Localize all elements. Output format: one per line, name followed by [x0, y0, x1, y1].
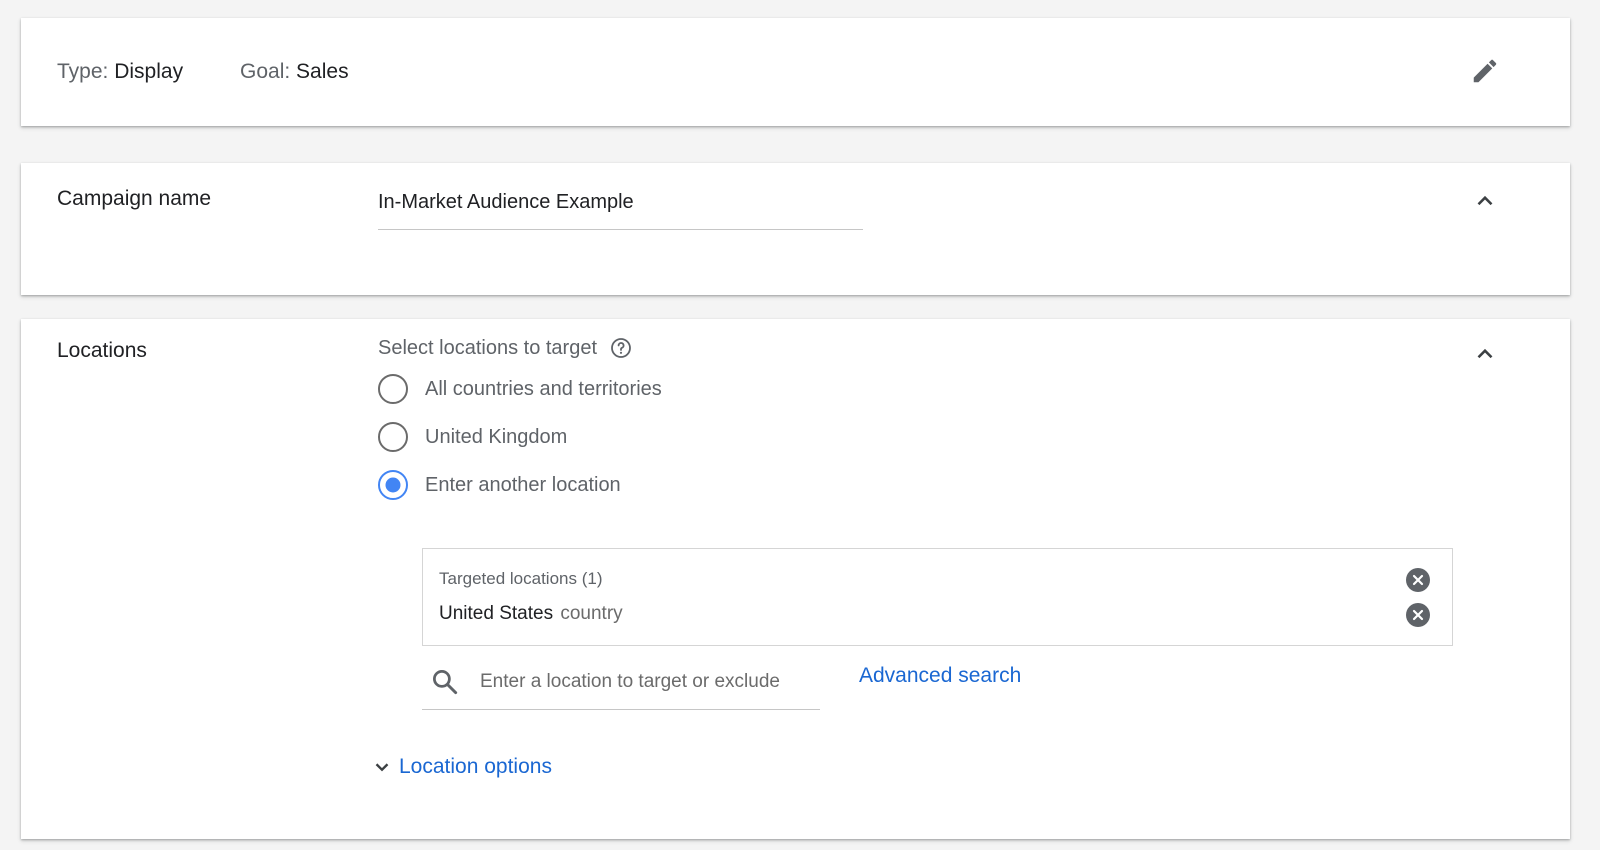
close-icon — [1406, 603, 1430, 627]
chevron-up-icon — [1477, 195, 1493, 206]
advanced-search-link[interactable]: Advanced search — [859, 664, 1021, 688]
chevron-up-icon — [1477, 348, 1493, 359]
location-name: United States — [439, 603, 554, 624]
campaign-summary-card: Type: Display Goal: Sales — [21, 18, 1570, 126]
radio-label: Enter another location — [425, 473, 621, 496]
locations-prompt-text: Select locations to target — [378, 336, 598, 359]
goal-label: Goal: — [240, 60, 291, 83]
radio-button[interactable] — [378, 422, 408, 452]
search-icon — [430, 667, 460, 702]
help-icon[interactable] — [609, 336, 633, 360]
pencil-icon — [1473, 59, 1497, 83]
location-search — [422, 657, 820, 710]
radio-label: United Kingdom — [425, 425, 568, 448]
collapse-locations-button[interactable] — [1467, 336, 1503, 372]
targeted-locations-box: Targeted locations (1) United States cou… — [422, 548, 1453, 646]
campaign-type: Type: Display — [57, 60, 183, 84]
radio-button[interactable] — [378, 374, 408, 404]
campaign-name-underline — [378, 229, 863, 230]
location-type: country — [560, 603, 623, 624]
close-icon — [1406, 568, 1430, 592]
clear-all-button[interactable] — [1400, 562, 1436, 598]
type-value: Display — [114, 60, 184, 83]
location-options-toggle[interactable]: Location options — [371, 755, 552, 779]
radio-button-selected[interactable] — [378, 470, 408, 500]
radio-enter-another-location[interactable]: Enter another location — [378, 465, 621, 505]
radio-all-countries[interactable]: All countries and territories — [378, 369, 662, 409]
location-search-input[interactable] — [480, 667, 810, 697]
targeted-locations-header: Targeted locations (1) — [439, 569, 603, 588]
collapse-campaign-name-button[interactable] — [1467, 183, 1503, 219]
goal-value: Sales — [296, 60, 349, 83]
radio-united-kingdom[interactable]: United Kingdom — [378, 417, 567, 457]
edit-button[interactable] — [1467, 53, 1503, 89]
locations-prompt: Select locations to target — [378, 336, 633, 360]
campaign-name-field[interactable]: In-Market Audience Example — [378, 191, 634, 214]
location-options-label[interactable]: Location options — [399, 755, 552, 779]
remove-location-button[interactable] — [1400, 597, 1436, 633]
type-label: Type: — [57, 60, 109, 83]
radio-label: All countries and territories — [425, 377, 662, 400]
campaign-goal: Goal: Sales — [240, 60, 349, 84]
locations-card: Locations Select locations to target All… — [21, 319, 1570, 839]
campaign-name-card: Campaign name In-Market Audience Example — [21, 163, 1570, 295]
chevron-down-icon — [375, 763, 389, 772]
targeted-location-item: United States country — [439, 603, 623, 625]
locations-label: Locations — [57, 339, 147, 362]
campaign-name-label: Campaign name — [57, 187, 212, 210]
